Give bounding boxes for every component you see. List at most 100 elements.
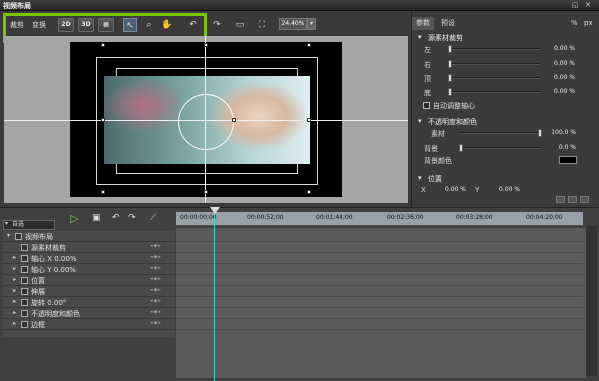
keyframe-nav-icon[interactable]: ◂◆▸ [150,287,162,293]
timeline-redo-icon[interactable]: ↷ [128,213,136,223]
track-row[interactable]: ▸ 不透明度和颜色 ◂◆▸ [3,308,175,319]
track-row[interactable]: ▸ 旋转 0.00° ◂◆▸ [3,297,175,308]
track-checkbox[interactable] [15,233,22,240]
keyframe-nav-icon[interactable]: ◂◆▸ [150,276,162,282]
restore-icon[interactable]: ◱ [572,1,579,9]
track-checkbox[interactable] [21,310,28,317]
rotation-handle[interactable] [232,118,236,122]
position-y-value[interactable]: 0.00 % [490,186,520,193]
play-icon[interactable]: ▷ [70,212,78,225]
hand-pan-icon[interactable]: ✋ [160,18,174,32]
crop-top-slider[interactable] [449,77,540,79]
track-lane[interactable] [176,297,583,308]
undo-icon[interactable]: ↶ [186,18,200,32]
preset-dropdown[interactable]: 自选 [3,220,55,230]
expand-icon[interactable]: ▸ [13,276,16,283]
percent-unit-icon[interactable]: % [571,19,578,27]
expand-icon[interactable]: ▾ [7,232,10,239]
crop-bottom-thumb[interactable] [448,88,452,96]
track-checkbox[interactable] [21,244,28,251]
source-opacity-thumb[interactable] [538,129,542,137]
track-row[interactable]: ▸ 边框 ◂◆▸ [3,319,175,330]
close-icon[interactable]: ✕ [585,1,591,9]
track-row[interactable]: ▾ 视频布局 [3,231,175,242]
background-opacity-thumb[interactable] [459,144,463,152]
track-lane[interactable] [176,242,583,253]
track-checkbox[interactable] [21,299,28,306]
keyframe-next-button[interactable] [580,196,589,203]
crop-right-value[interactable]: 0.00 % [545,60,575,67]
track-lane[interactable] [176,319,583,330]
expand-icon[interactable]: ▸ [13,298,16,305]
expand-icon[interactable]: ▸ [13,287,16,294]
handle-top-right[interactable] [307,43,311,47]
crop-top-value[interactable]: 0.00 % [545,74,575,81]
crop-right-thumb[interactable] [448,60,452,68]
crop-bottom-slider[interactable] [449,91,540,93]
fit-window-icon[interactable]: ▭ [233,18,247,32]
track-lane[interactable] [176,286,583,297]
section-crop-expander[interactable]: ▾ [418,33,422,41]
background-color-swatch[interactable] [559,156,577,164]
track-lane[interactable] [176,264,583,275]
playhead-line[interactable] [214,210,215,381]
time-ruler[interactable] [176,212,583,226]
grid-toggle-button[interactable]: ▦ [98,18,114,32]
zoom-dropdown-icon[interactable]: ▾ [307,18,316,30]
redo-icon[interactable]: ↷ [210,18,224,32]
track-row[interactable]: ▸ 轴心 Y 0.00% ◂◆▸ [3,264,175,275]
track-lane[interactable] [176,253,583,264]
graph-icon[interactable]: ⟋ [150,213,156,223]
keyframe-nav-icon[interactable]: ◂◆▸ [150,254,162,260]
expand-icon[interactable]: ▸ [13,265,16,272]
expand-icon[interactable]: ▸ [13,254,16,261]
timeline-vertical-scrollbar[interactable] [586,226,597,376]
track-row[interactable]: ▸ 轴心 X 0.00% ◂◆▸ [3,253,175,264]
rotation-circle[interactable] [178,94,234,150]
crop-left-slider[interactable] [449,48,540,50]
source-opacity-value[interactable]: 100.0 % [546,129,576,136]
track-lane[interactable] [176,231,583,242]
handle-bottom[interactable] [204,190,208,194]
keyframe-nav-icon[interactable]: ◂◆▸ [150,309,162,315]
keyframe-nav-icon[interactable]: ◂◆▸ [150,265,162,271]
handle-left[interactable] [101,118,105,122]
mode-2d-button[interactable]: 2D [58,18,74,32]
mode-3d-button[interactable]: 3D [78,18,94,32]
crop-left-value[interactable]: 0.00 % [545,45,575,52]
keyframe-nav-icon[interactable]: ◂◆▸ [150,320,162,326]
section-position-expander[interactable]: ▾ [418,174,422,182]
track-checkbox[interactable] [21,266,28,273]
crop-bottom-value[interactable]: 0.00 % [545,88,575,95]
track-lane[interactable] [176,275,583,286]
position-x-value[interactable]: 0.00 % [436,186,466,193]
auto-adjust-pivot-checkbox[interactable] [423,102,430,109]
playhead-handle[interactable] [210,207,220,214]
crop-top-thumb[interactable] [448,74,452,82]
tab-parameters[interactable]: 参数 [412,17,434,30]
keyframe-nav-icon[interactable]: ◂◆▸ [150,298,162,304]
zoom-magnifier-icon[interactable]: ⌕ [142,18,156,32]
background-opacity-value[interactable]: 0.0 % [546,144,576,151]
crop-left-thumb[interactable] [448,45,452,53]
timeline-undo-icon[interactable]: ↶ [112,213,120,223]
source-opacity-slider[interactable] [460,132,542,134]
keyframe-prev-button[interactable] [556,196,565,203]
expand-icon[interactable]: ▸ [13,320,16,327]
track-lane[interactable] [176,308,583,319]
crop-right-slider[interactable] [449,63,540,65]
keyframe-nav-icon[interactable]: ◂◆▸ [150,243,162,249]
section-opacity-expander[interactable]: ▾ [418,117,422,125]
track-row[interactable]: ▸ 伸展 ◂◆▸ [3,286,175,297]
track-checkbox[interactable] [21,288,28,295]
track-checkbox[interactable] [21,277,28,284]
handle-top-left[interactable] [101,43,105,47]
background-opacity-slider[interactable] [460,147,542,149]
handle-bottom-left[interactable] [101,190,105,194]
track-checkbox[interactable] [21,255,28,262]
zoom-level-field[interactable]: 24.40% [279,18,307,30]
pixel-unit-icon[interactable]: px [584,19,593,27]
handle-bottom-right[interactable] [307,190,311,194]
select-pointer-icon[interactable]: ↖ [123,18,137,32]
track-checkbox[interactable] [21,321,28,328]
